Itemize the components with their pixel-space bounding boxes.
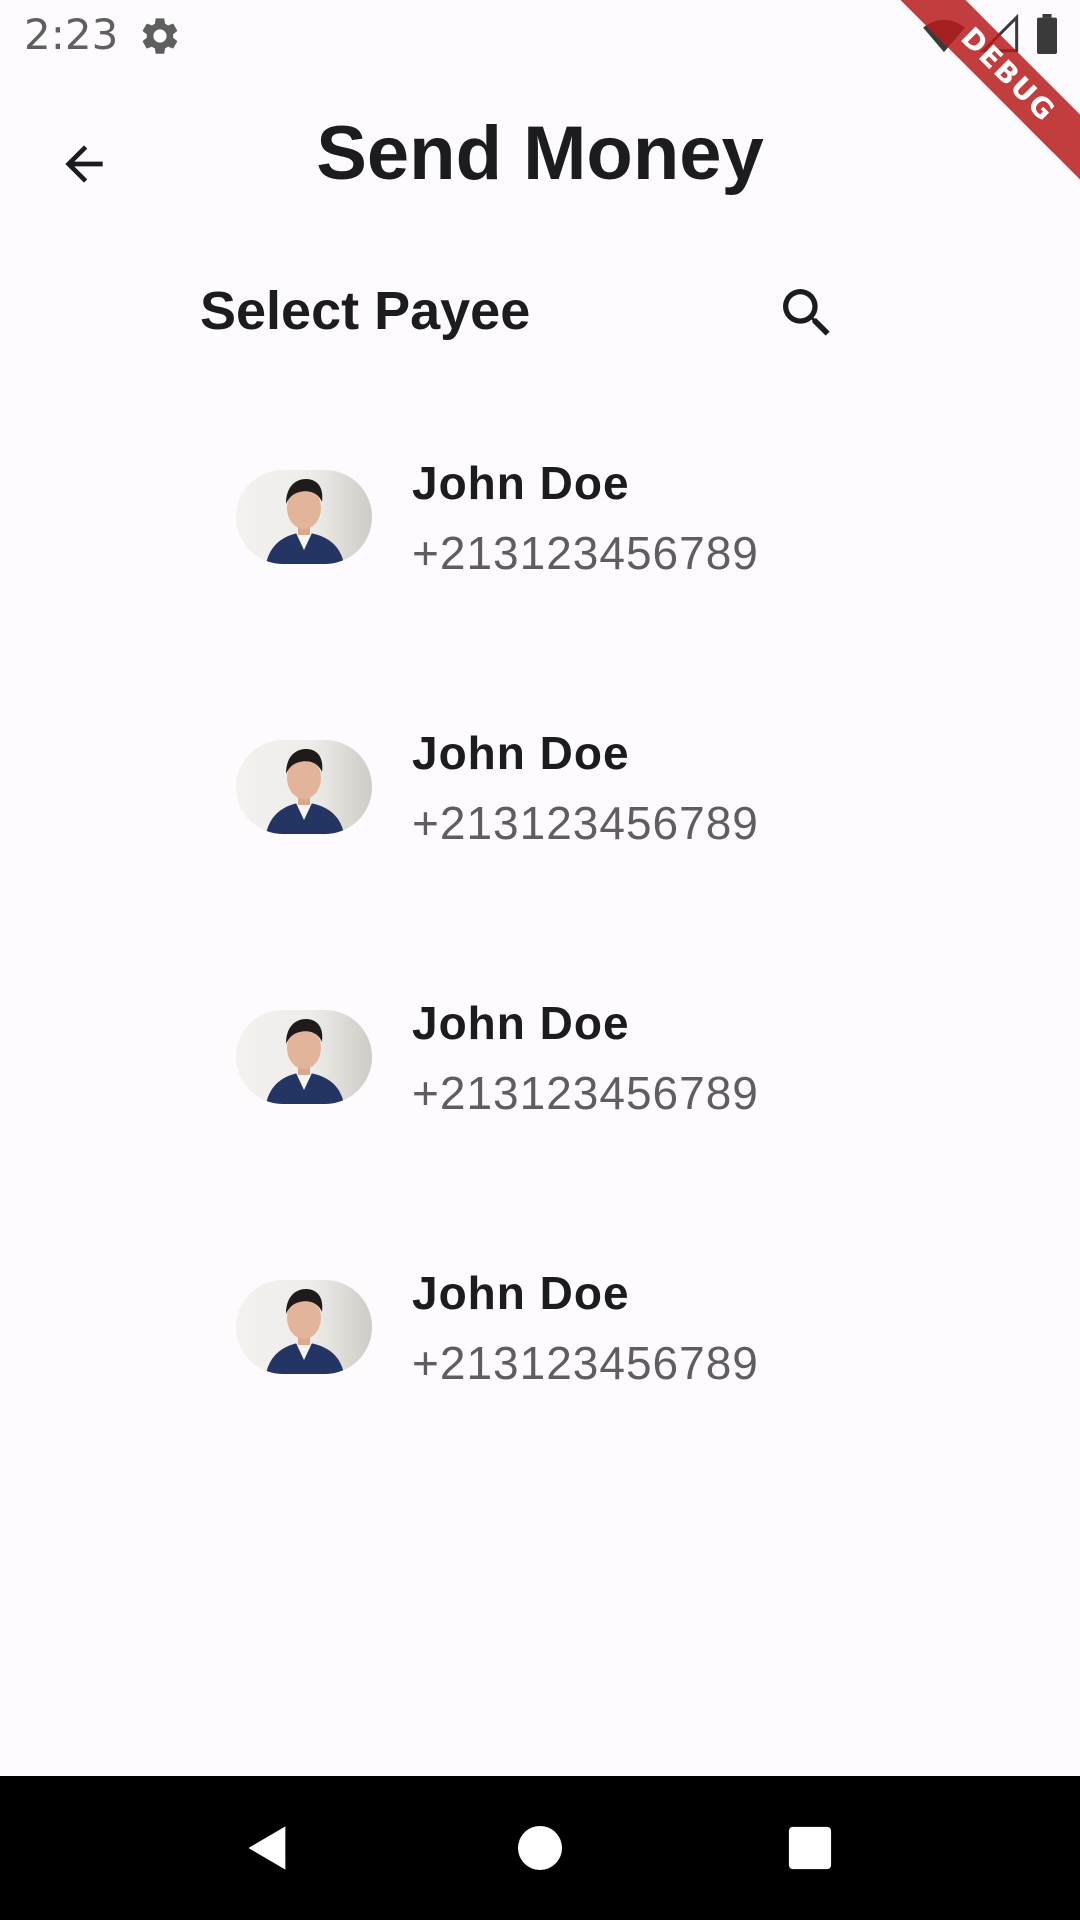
status-time: 2:23 bbox=[24, 10, 119, 59]
payee-list-item[interactable]: John Doe +213123456789 bbox=[232, 980, 852, 1130]
home-circle-icon bbox=[518, 1826, 562, 1870]
section-title: Select Payee bbox=[200, 281, 531, 341]
search-button[interactable] bbox=[770, 276, 844, 350]
payee-name: John Doe bbox=[412, 727, 630, 779]
wifi-icon bbox=[922, 14, 966, 59]
avatar bbox=[236, 740, 372, 834]
avatar bbox=[236, 1010, 372, 1104]
system-navigation-bar bbox=[0, 1776, 1080, 1920]
page-title: Send Money bbox=[316, 111, 764, 196]
payee-phone: +213123456789 bbox=[412, 1067, 759, 1119]
search-icon bbox=[783, 289, 830, 336]
payee-phone: +213123456789 bbox=[412, 797, 759, 849]
avatar bbox=[236, 1280, 372, 1374]
send-money-screen: 2:23 DEBUG Send Money Select Payee John … bbox=[0, 0, 1080, 1920]
nav-back-button[interactable] bbox=[232, 1812, 304, 1884]
avatar bbox=[236, 470, 372, 564]
back-triangle-icon bbox=[248, 1826, 286, 1870]
select-payee-header: Select Payee bbox=[196, 268, 856, 358]
nav-home-button[interactable] bbox=[504, 1812, 576, 1884]
status-indicators bbox=[922, 13, 1060, 59]
recents-square-icon bbox=[788, 1826, 832, 1870]
payee-list-item[interactable]: John Doe +213123456789 bbox=[232, 710, 852, 860]
payee-list-item[interactable]: John Doe +213123456789 bbox=[232, 440, 852, 590]
payee-name: John Doe bbox=[412, 457, 630, 509]
payee-phone: +213123456789 bbox=[412, 1337, 759, 1389]
gear-icon bbox=[138, 14, 182, 58]
nav-recents-button[interactable] bbox=[774, 1812, 846, 1884]
payee-phone: +213123456789 bbox=[412, 527, 759, 579]
payee-list-item[interactable]: John Doe +213123456789 bbox=[232, 1250, 852, 1400]
app-bar: Send Money bbox=[0, 72, 1080, 240]
status-bar: 2:23 bbox=[0, 0, 1080, 72]
payee-name: John Doe bbox=[412, 997, 630, 1049]
payee-name: John Doe bbox=[412, 1267, 630, 1319]
signal-icon bbox=[979, 13, 1020, 59]
battery-icon bbox=[1034, 13, 1060, 59]
